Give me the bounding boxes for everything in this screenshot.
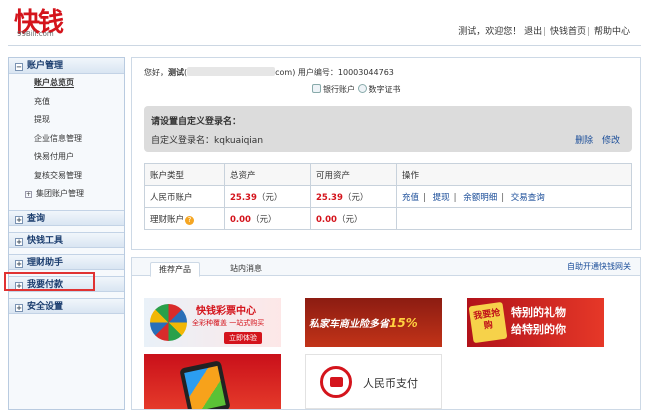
roulette-icon bbox=[150, 304, 187, 341]
alias-actions: 删除 修改 bbox=[569, 133, 620, 146]
insurance-banner[interactable]: 私家车商业险多省15% bbox=[305, 298, 442, 347]
alias-box: 请设置自定义登录名： 自定义登录名：kqkuaiqian 删除 修改 bbox=[144, 106, 632, 152]
col-account-type: 账户类型 bbox=[144, 163, 225, 186]
account-links: 银行账户 数字证书 bbox=[312, 84, 401, 95]
wallet-icon bbox=[320, 366, 352, 398]
promo-panel: 推荐产品 站内消息 自助开通快钱网关 快钱彩票中心 全彩种覆盖 一站式购买 立即… bbox=[131, 257, 641, 410]
expand-icon: + bbox=[15, 303, 23, 312]
greeting: 您好，测试(com) 用户编号：10003044763 bbox=[144, 67, 394, 77]
help-link[interactable]: 帮助中心 bbox=[594, 27, 630, 37]
welcome-text: 测试，欢迎您！ bbox=[458, 27, 522, 37]
sidebar-group-account-mgmt[interactable]: − 账户管理 bbox=[9, 58, 124, 74]
header: 快钱 99Bill.com 测试，欢迎您！ 退出| 快钱首页| 帮助中心 bbox=[0, 0, 648, 50]
sidebar-item-group-account[interactable]: + 集团账户管理 bbox=[9, 185, 124, 204]
sidebar-item-review-trade[interactable]: 复核交易管理 bbox=[9, 167, 124, 186]
sidebar-item-kuaiyifu-user[interactable]: 快易付用户 bbox=[9, 148, 124, 167]
tab-messages[interactable]: 站内消息 bbox=[222, 262, 270, 277]
expand-icon: + bbox=[15, 237, 23, 246]
sidebar-item-withdraw[interactable]: 提现 bbox=[9, 111, 124, 130]
sidebar: − 账户管理 账户总览页 充值 提现 企业信息管理 快易付用户 复核交易管理 + 集… bbox=[8, 57, 125, 410]
cert-link[interactable]: 数字证书 bbox=[357, 84, 401, 94]
account-overview: 您好，测试(com) 用户编号：10003044763 银行账户 数字证书 请设… bbox=[131, 57, 641, 250]
mobile-banner[interactable] bbox=[144, 354, 281, 409]
alias-title: 请设置自定义登录名： bbox=[151, 117, 242, 127]
sidebar-item-recharge[interactable]: 充值 bbox=[9, 93, 124, 112]
sidebar-group-finance[interactable]: + 理财助手 bbox=[9, 253, 124, 270]
sidebar-group-security[interactable]: + 安全设置 bbox=[9, 297, 124, 314]
expand-icon: + bbox=[15, 215, 23, 224]
rmb-pay-banner[interactable]: 人民币支付 bbox=[305, 354, 442, 409]
top-links: 测试，欢迎您！ 退出| 快钱首页| 帮助中心 bbox=[458, 27, 630, 37]
user-name: 测试 bbox=[168, 68, 184, 77]
recharge-link[interactable]: 充值 bbox=[402, 193, 419, 203]
account-table: 账户类型 总资产 可用资产 操作 人民币账户 25.39（元） 25.39（元）… bbox=[144, 163, 632, 230]
lottery-banner[interactable]: 快钱彩票中心 全彩种覆盖 一站式购买 立即体验 bbox=[144, 298, 281, 347]
gift-banner[interactable]: 我要抢购 特别的礼物 给特别的你 bbox=[467, 298, 604, 347]
total-assets: 25.39（元） bbox=[224, 185, 311, 208]
help-icon[interactable]: ? bbox=[185, 215, 195, 225]
col-actions: 操作 bbox=[396, 163, 632, 186]
bank-icon bbox=[312, 84, 321, 93]
page: 快钱 99Bill.com 测试，欢迎您！ 退出| 快钱首页| 帮助中心 − 账户… bbox=[0, 0, 648, 410]
tab-recommended[interactable]: 推荐产品 bbox=[150, 262, 200, 277]
available-assets: 0.00（元） bbox=[310, 207, 397, 230]
alias-value: 自定义登录名：kqkuaiqian bbox=[151, 136, 264, 146]
header-divider bbox=[8, 45, 641, 46]
withdraw-link[interactable]: 提现 bbox=[433, 193, 450, 203]
user-number: 10003044763 bbox=[337, 68, 394, 77]
table-row: 理财账户? 0.00（元） 0.00（元） bbox=[144, 207, 632, 230]
balance-detail-link[interactable]: 余额明细 bbox=[463, 193, 497, 203]
expand-icon: + bbox=[25, 191, 32, 198]
table-row: 人民币账户 25.39（元） 25.39（元） 充值 | 提现 | 余额明细 | 交易… bbox=[144, 185, 632, 208]
highlight-box bbox=[4, 272, 95, 291]
promo-tabs: 推荐产品 站内消息 自助开通快钱网关 bbox=[132, 258, 640, 277]
col-total: 总资产 bbox=[224, 163, 311, 186]
table-header: 账户类型 总资产 可用资产 操作 bbox=[144, 163, 632, 186]
alias-edit-link[interactable]: 修改 bbox=[602, 136, 620, 146]
logo-domain: 99Bill.com bbox=[17, 30, 54, 38]
try-now-button[interactable]: 立即体验 bbox=[224, 332, 262, 344]
sidebar-group-query[interactable]: + 查询 bbox=[9, 209, 124, 226]
account-type: 人民币账户 bbox=[144, 185, 225, 208]
gift-badge: 我要抢购 bbox=[468, 301, 508, 344]
row-actions: 充值 | 提现 | 余额明细 | 交易查询 bbox=[396, 185, 632, 208]
open-gateway-link[interactable]: 自助开通快钱网关 bbox=[567, 261, 631, 272]
available-assets: 25.39（元） bbox=[310, 185, 397, 208]
sidebar-item-company-info[interactable]: 企业信息管理 bbox=[9, 130, 124, 149]
expand-icon: + bbox=[15, 259, 23, 268]
home-link[interactable]: 快钱首页 bbox=[550, 27, 586, 37]
account-type: 理财账户? bbox=[144, 207, 225, 230]
phone-icon bbox=[179, 360, 231, 409]
collapse-icon: − bbox=[15, 63, 23, 71]
sidebar-group-tools[interactable]: + 快钱工具 bbox=[9, 231, 124, 248]
col-available: 可用资产 bbox=[310, 163, 397, 186]
sidebar-item-overview[interactable]: 账户总览页 bbox=[9, 74, 124, 93]
trade-query-link[interactable]: 交易查询 bbox=[511, 193, 545, 203]
certificate-icon bbox=[357, 84, 367, 93]
alias-delete-link[interactable]: 删除 bbox=[575, 136, 593, 146]
masked-email bbox=[187, 67, 276, 76]
total-assets: 0.00（元） bbox=[224, 207, 311, 230]
logout-link[interactable]: 退出 bbox=[524, 27, 542, 37]
row-actions bbox=[396, 207, 632, 230]
bank-account-link[interactable]: 银行账户 bbox=[312, 84, 355, 94]
